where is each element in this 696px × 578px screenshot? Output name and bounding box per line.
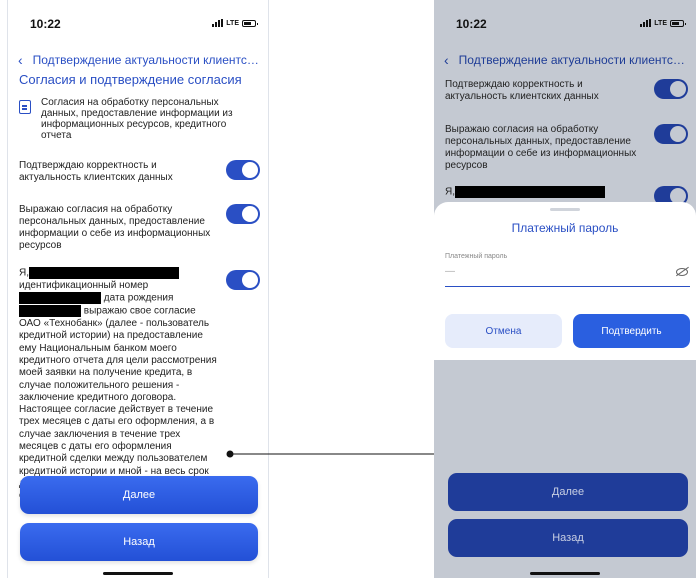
password-field-label: Платежный пароль: [445, 253, 508, 260]
document-text: Согласия на обработку персональных данны…: [41, 97, 233, 141]
password-input[interactable]: —: [445, 266, 455, 277]
consent-text: Я, идентификационный номер дата рождения…: [19, 267, 217, 501]
sheet-title: Платежный пароль: [511, 221, 619, 235]
next-button[interactable]: Далее: [448, 473, 688, 511]
payment-password-sheet: Платежный пароль Платежный пароль — Отме…: [434, 202, 696, 360]
confirm-button[interactable]: Подтвердить: [573, 314, 690, 348]
toggle-label: Выражаю согласия на обработку персональн…: [445, 124, 637, 171]
toggle-row-data-confirm: Подтверждаю корректность и актуальность …: [445, 79, 688, 103]
battery-icon: [670, 19, 686, 27]
toggle-label: Выражаю согласия на обработку персональн…: [19, 204, 211, 251]
redacted-id: [19, 292, 101, 305]
next-button[interactable]: Далее: [20, 476, 258, 514]
battery-icon: [242, 19, 258, 27]
toggle-switch[interactable]: [654, 79, 688, 99]
status-time: 10:22: [456, 17, 487, 31]
back-chevron-icon[interactable]: ‹: [18, 52, 25, 68]
home-indicator: [530, 572, 600, 575]
redacted-dob: [19, 305, 81, 318]
toggle-switch[interactable]: [226, 160, 260, 180]
status-bar: 10:22 LTE: [434, 0, 696, 40]
home-indicator: [103, 572, 173, 575]
nav-bar: ‹ Подтверждение актуальности клиентских …: [18, 50, 262, 70]
payment-password-screen: 10:22 LTE ‹ Подтверждение актуальности к…: [434, 0, 696, 578]
back-chevron-icon[interactable]: ‹: [444, 52, 451, 68]
consent-screen: 10:22 LTE ‹ Подтверждение актуальности к…: [7, 0, 269, 578]
signal-icon: [212, 19, 224, 27]
consent-prefix: Я,: [445, 186, 455, 198]
toggle-switch[interactable]: [226, 204, 260, 224]
document-icon: [19, 100, 31, 114]
toggle-row-data-confirm: Подтверждаю корректность и актуальность …: [19, 160, 260, 184]
nav-bar: ‹ Подтверждение актуальности клиентских …: [444, 50, 690, 70]
sheet-handle[interactable]: [550, 208, 580, 211]
toggle-switch[interactable]: [226, 270, 260, 290]
toggle-label: Подтверждаю корректность и актуальность …: [445, 79, 599, 102]
status-time: 10:22: [30, 17, 61, 31]
back-button[interactable]: Назад: [20, 523, 258, 561]
page-title: Подтверждение актуальности клиентских да…: [32, 53, 262, 67]
redacted-name: [29, 267, 179, 279]
section-title: Согласия и подтверждение согласия: [19, 72, 242, 87]
toggle-row-personal-data: Выражаю согласия на обработку персональн…: [19, 204, 260, 252]
flow-arrow: [226, 450, 457, 458]
toggle-switch[interactable]: [654, 124, 688, 144]
back-button[interactable]: Назад: [448, 519, 688, 557]
page-title: Подтверждение актуальности клиентских да…: [458, 53, 690, 67]
status-bar: 10:22 LTE: [8, 0, 268, 40]
consent-document-link[interactable]: Согласия на обработку персональных данны…: [19, 97, 258, 141]
network-label: LTE: [654, 19, 667, 27]
toggle-row-credit-report: [226, 270, 260, 290]
signal-icon: [640, 19, 652, 27]
network-label: LTE: [226, 19, 239, 27]
eye-off-icon[interactable]: [676, 268, 688, 276]
cancel-button[interactable]: Отмена: [445, 314, 562, 348]
redacted-name: [455, 186, 605, 198]
input-underline: [445, 286, 690, 287]
toggle-row-personal-data: Выражаю согласия на обработку персональн…: [445, 124, 688, 172]
toggle-label: Подтверждаю корректность и актуальность …: [19, 160, 173, 183]
